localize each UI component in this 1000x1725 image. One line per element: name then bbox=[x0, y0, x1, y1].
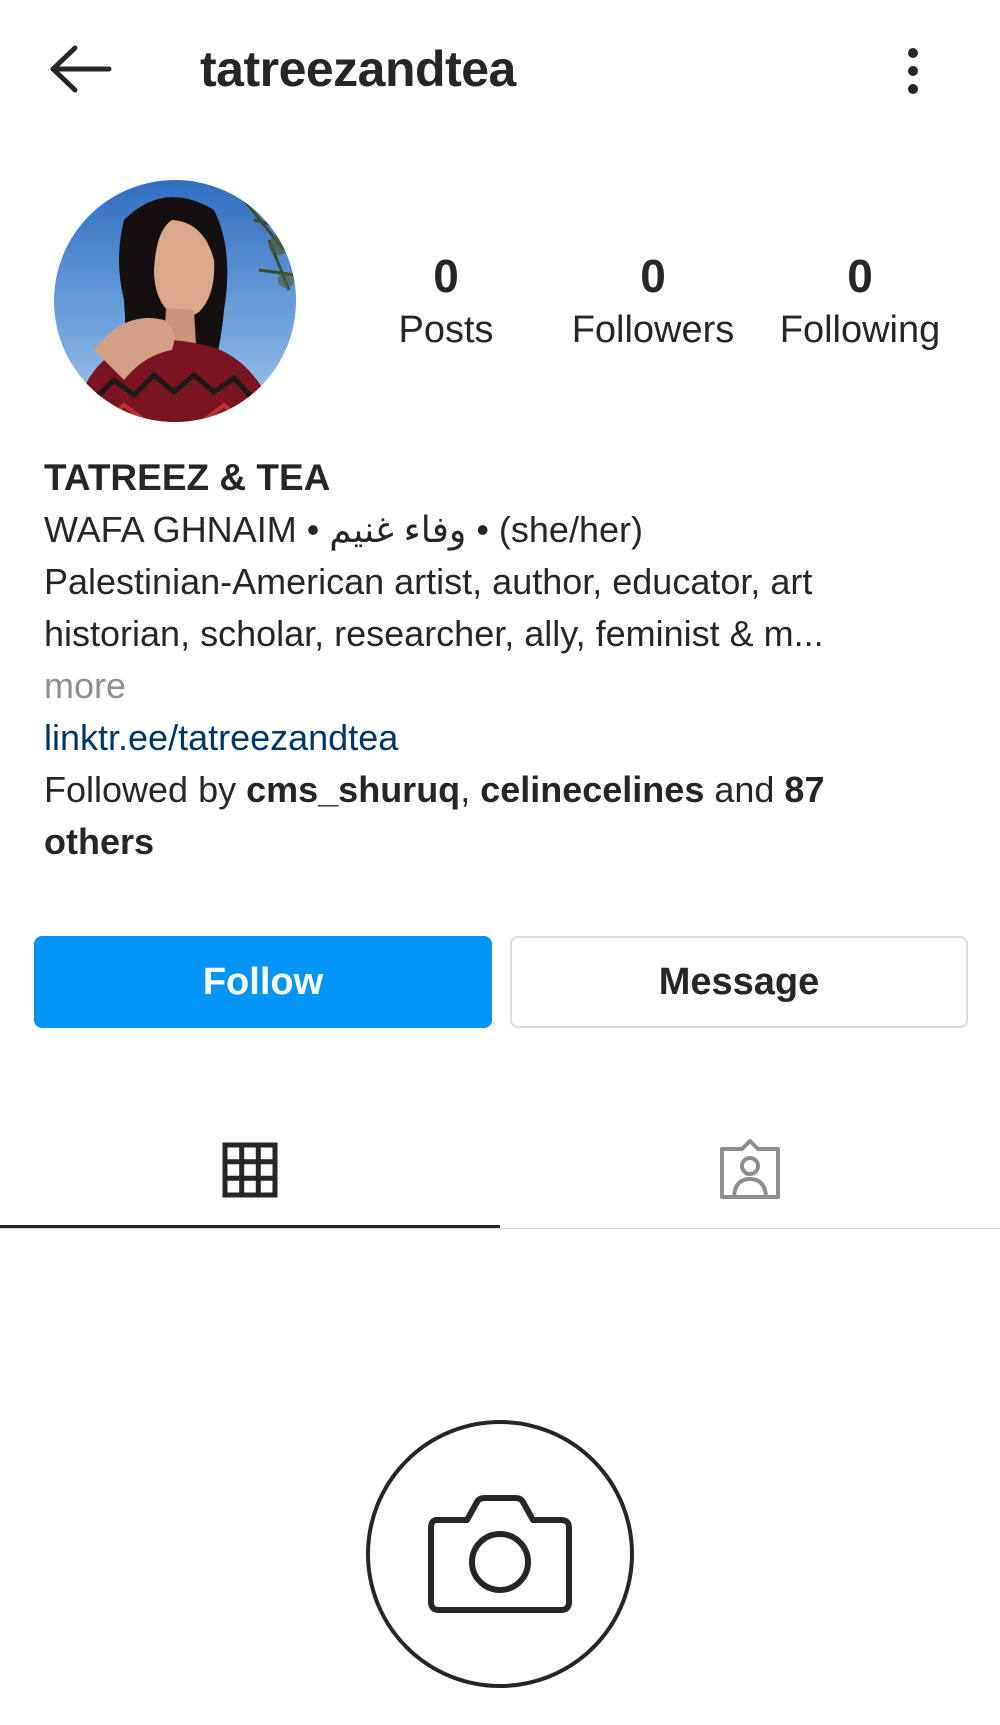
followed-by-others-count: 87 bbox=[784, 769, 825, 810]
tagged-person-icon bbox=[720, 1139, 780, 1199]
followers-stat[interactable]: 0 Followers bbox=[553, 248, 753, 356]
followed-by-and: and bbox=[704, 769, 785, 810]
posts-count: 0 bbox=[433, 250, 459, 302]
profile-website-link[interactable]: linktr.ee/tatreezandtea bbox=[44, 712, 944, 764]
followed-by-others-word: others bbox=[44, 821, 155, 862]
empty-posts-camera bbox=[366, 1420, 634, 1688]
profile-subtitle: WAFA GHNAIM • وفاء غنيم • (she/her) bbox=[44, 509, 643, 550]
followed-by-text[interactable]: Followed by cms_shuruq, celinecelines an… bbox=[44, 764, 944, 816]
profile-bio: TATREEZ & TEA WAFA GHNAIM • وفاء غنيم • … bbox=[44, 452, 944, 868]
grid-icon bbox=[222, 1142, 278, 1198]
profile-photo bbox=[54, 180, 296, 422]
following-count: 0 bbox=[847, 250, 873, 302]
arrow-left-icon bbox=[50, 45, 112, 93]
message-button[interactable]: Message bbox=[510, 936, 968, 1028]
profile-display-name: TATREEZ & TEA bbox=[44, 457, 331, 498]
follower-name-2: celinecelines bbox=[480, 769, 705, 810]
follower-name-1: cms_shuruq bbox=[246, 769, 461, 810]
tab-posts-grid[interactable] bbox=[0, 1110, 500, 1230]
followers-count: 0 bbox=[640, 250, 666, 302]
camera-icon bbox=[428, 1495, 572, 1613]
app-header: tatreezandtea bbox=[0, 0, 1000, 140]
more-vertical-icon bbox=[908, 48, 918, 94]
bio-text-line-1: Palestinian-American artist, author, edu… bbox=[44, 561, 813, 602]
followers-label: Followers bbox=[571, 309, 735, 351]
following-stat[interactable]: 0 Following bbox=[760, 248, 960, 356]
followed-by-prefix: Followed by bbox=[44, 769, 247, 810]
tab-divider bbox=[0, 1228, 1000, 1229]
tab-tagged[interactable] bbox=[500, 1110, 1000, 1230]
back-button[interactable] bbox=[40, 38, 120, 100]
options-menu-button[interactable] bbox=[890, 38, 936, 104]
posts-stat[interactable]: 0 Posts bbox=[346, 248, 546, 356]
followed-by-separator: , bbox=[460, 769, 481, 810]
posts-label: Posts bbox=[398, 309, 494, 351]
bio-more-link[interactable]: more bbox=[44, 660, 944, 712]
follow-button[interactable]: Follow bbox=[34, 936, 492, 1028]
followed-by-text-end: others bbox=[44, 816, 944, 868]
bio-text-line-2: historian, scholar, researcher, ally, fe… bbox=[44, 613, 824, 654]
profile-avatar[interactable] bbox=[54, 180, 296, 422]
following-label: Following bbox=[779, 309, 941, 351]
profile-username: tatreezandtea bbox=[200, 41, 516, 97]
